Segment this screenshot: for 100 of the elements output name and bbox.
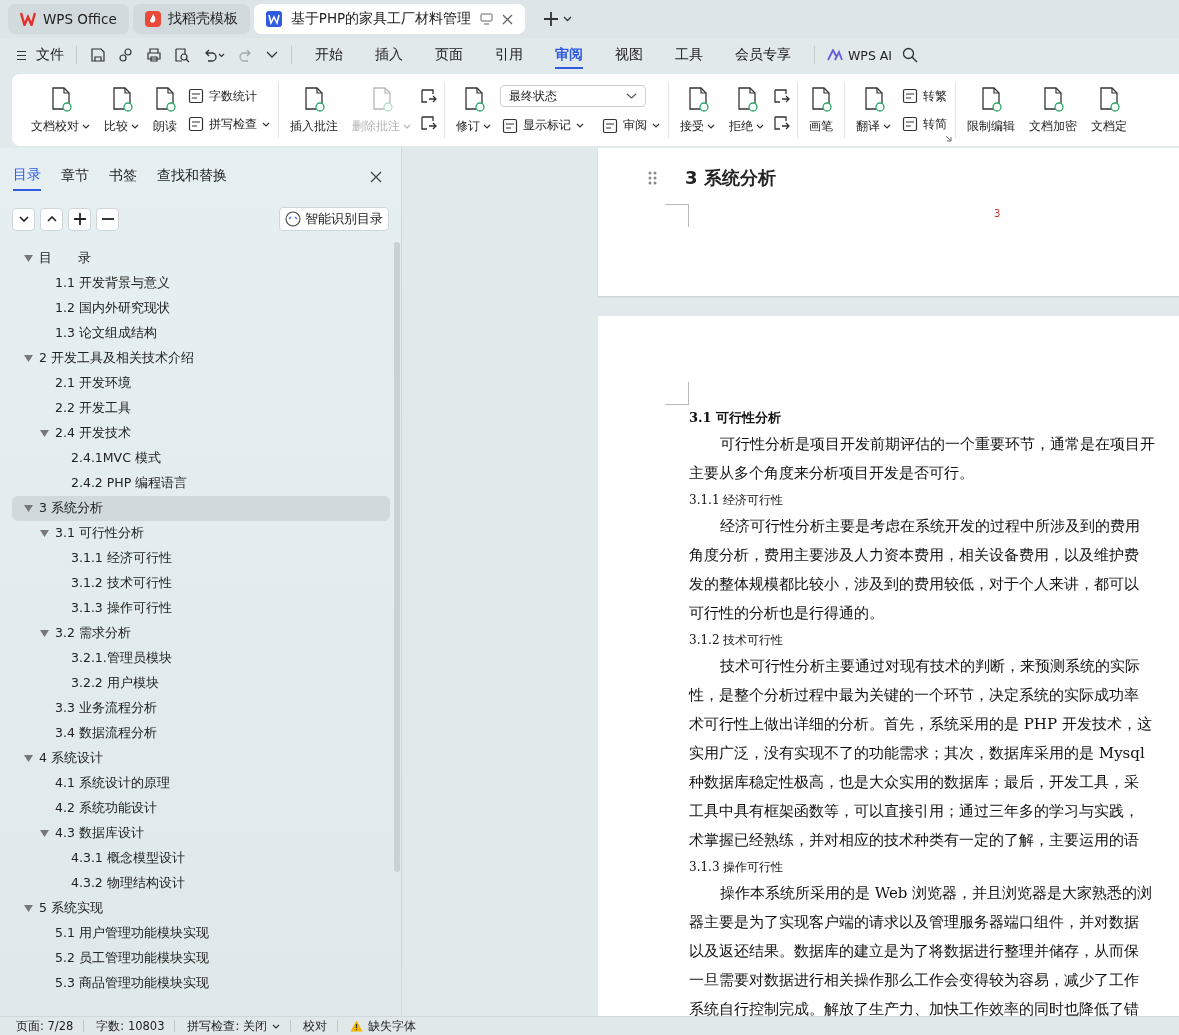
ribbon-button[interactable]: 文档定: [1086, 81, 1132, 139]
ai-button[interactable]: WPS AI: [827, 47, 893, 63]
outline-item[interactable]: 3.1.3 操作可行性: [0, 596, 390, 621]
outline-label[interactable]: 2.1 开发环境: [55, 375, 131, 392]
outline-label[interactable]: 1.1 开发背景与意义: [55, 275, 170, 292]
outline-item[interactable]: 5.2 员工管理功能模块实现: [0, 946, 390, 971]
ribbon-button[interactable]: 接受: [675, 81, 720, 139]
outline-item[interactable]: 1.1 开发背景与意义: [0, 271, 390, 296]
outline-item[interactable]: 5.3 商品管理功能模块实现: [0, 971, 390, 996]
outline-item[interactable]: 2.2 开发工具: [0, 396, 390, 421]
caret-icon[interactable]: [563, 16, 573, 22]
ribbon-button[interactable]: 翻译: [851, 81, 896, 139]
outline-label[interactable]: 3.2.2 用户模块: [71, 675, 159, 692]
expand-arrow-icon[interactable]: [40, 530, 49, 537]
close-icon[interactable]: [502, 13, 514, 25]
remove-button[interactable]: [96, 207, 119, 231]
monitor-icon[interactable]: [480, 13, 494, 25]
comment-nav-icon[interactable]: [773, 114, 791, 133]
outline-item[interactable]: 3.3 业务流程分析: [0, 696, 390, 721]
outline-item[interactable]: 4.3 数据库设计: [0, 821, 390, 846]
comment-nav-icon[interactable]: [420, 114, 438, 133]
outline-item[interactable]: 2.1 开发环境: [0, 371, 390, 396]
outline-label[interactable]: 3.1 可行性分析: [55, 525, 144, 542]
outline-label[interactable]: 3.3 业务流程分析: [55, 700, 157, 717]
expand-arrow-icon[interactable]: [24, 505, 33, 512]
expand-arrow-icon[interactable]: [40, 830, 49, 837]
outline-item[interactable]: 3.4 数据流程分析: [0, 721, 390, 746]
outline-item[interactable]: 4.3.1 概念模型设计: [0, 846, 390, 871]
outline-label[interactable]: 3.1.2 技术可行性: [71, 575, 172, 592]
outline-label[interactable]: 2.4.2 PHP 编程语言: [71, 475, 188, 492]
outline-item[interactable]: 2.4 开发技术: [0, 421, 390, 446]
outline-item[interactable]: 5.1 用户管理功能模块实现: [0, 921, 390, 946]
outline-item[interactable]: 4.2 系统功能设计: [0, 796, 390, 821]
window-tab[interactable]: 找稻壳模板: [132, 4, 250, 34]
preview-icon[interactable]: [174, 47, 190, 63]
ribbon-tab[interactable]: 视图: [604, 40, 654, 70]
ribbon-tab[interactable]: 插入: [364, 40, 414, 70]
outline-item[interactable]: 目 录: [0, 246, 390, 271]
outline-label[interactable]: 4.2 系统功能设计: [55, 800, 157, 817]
add-tab-icon[interactable]: [543, 11, 560, 27]
add-button[interactable]: [68, 207, 91, 231]
ribbon-tab[interactable]: 页面: [424, 40, 474, 70]
outline-item[interactable]: 3.2.2 用户模块: [0, 671, 390, 696]
search-icon[interactable]: [902, 47, 919, 63]
ribbon-button[interactable]: 文档加密: [1024, 81, 1082, 139]
outline-item[interactable]: 1.2 国内外研究现状: [0, 296, 390, 321]
dialog-launcher-icon[interactable]: [945, 135, 952, 142]
outline-item[interactable]: 4 系统设计: [0, 746, 390, 771]
ribbon-button[interactable]: 修订: [451, 81, 496, 139]
ribbon-button[interactable]: 显示标记: [500, 116, 586, 135]
outline-label[interactable]: 5 系统实现: [39, 900, 103, 917]
save-icon[interactable]: [90, 47, 106, 63]
outline-label[interactable]: 4.3.1 概念模型设计: [71, 850, 185, 867]
outline-item[interactable]: 2.4.2 PHP 编程语言: [0, 471, 390, 496]
panel-tab[interactable]: 目录: [13, 163, 41, 191]
close-icon[interactable]: [370, 171, 382, 183]
outline-label[interactable]: 2.4.1MVC 模式: [71, 450, 161, 467]
ribbon-button[interactable]: 转简: [900, 114, 949, 134]
expand-arrow-icon[interactable]: [24, 255, 33, 262]
caret-icon[interactable]: [266, 51, 278, 59]
outline-item[interactable]: 1.3 论文组成结构: [0, 321, 390, 346]
outline-label[interactable]: 2 开发工具及相关技术介绍: [39, 350, 194, 367]
missing-font-status[interactable]: 缺失字体: [350, 1018, 426, 1034]
file-menu[interactable]: 文件: [16, 46, 64, 64]
outline-item[interactable]: 4.3.2 物理结构设计: [0, 871, 390, 896]
outline-label[interactable]: 3.2 需求分析: [55, 625, 131, 642]
outline-label[interactable]: 目 录: [39, 250, 91, 267]
outline-item[interactable]: 3.1.2 技术可行性: [0, 571, 390, 596]
outline-item[interactable]: 5 系统实现: [0, 896, 390, 921]
outline-item[interactable]: 3.2.1.管理员模块: [0, 646, 390, 671]
ribbon-button[interactable]: 拒绝: [724, 81, 769, 139]
ribbon-tab[interactable]: 开始: [304, 40, 354, 70]
ribbon-button[interactable]: 字数统计: [186, 86, 272, 106]
outline-label[interactable]: 3 系统分析: [39, 500, 103, 517]
outline-label[interactable]: 3.4 数据流程分析: [55, 725, 157, 742]
outline-item[interactable]: 3.2 需求分析: [0, 621, 390, 646]
window-tab[interactable]: 基于PHP的家具工厂材料管理: [253, 4, 526, 34]
ribbon-button[interactable]: 插入批注: [285, 81, 343, 139]
outline-label[interactable]: 3.2.1.管理员模块: [71, 650, 172, 667]
drag-handle-icon[interactable]: [648, 171, 657, 185]
expand-button[interactable]: [40, 207, 63, 231]
outline-label[interactable]: 4.3 数据库设计: [55, 825, 144, 842]
panel-tab[interactable]: 查找和替换: [157, 164, 227, 190]
outline-item[interactable]: 4.1 系统设计的原理: [0, 771, 390, 796]
ribbon-button[interactable]: 限制编辑: [962, 81, 1020, 139]
outline-label[interactable]: 4 系统设计: [39, 750, 103, 767]
outline-label[interactable]: 5.3 商品管理功能模块实现: [55, 975, 209, 992]
outline-label[interactable]: 5.2 员工管理功能模块实现: [55, 950, 209, 967]
smart-toc-button[interactable]: 智能识别目录: [279, 207, 389, 231]
ribbon-tab[interactable]: 审阅: [544, 40, 594, 70]
outline-label[interactable]: 4.3.2 物理结构设计: [71, 875, 185, 892]
expand-arrow-icon[interactable]: [24, 755, 33, 762]
comment-nav-icon[interactable]: [773, 87, 791, 106]
panel-tab[interactable]: 章节: [61, 164, 89, 190]
comment-nav-icon[interactable]: [420, 87, 438, 106]
printer-icon[interactable]: [146, 47, 162, 63]
outline-label[interactable]: 5.1 用户管理功能模块实现: [55, 925, 209, 942]
markup-select[interactable]: 最终状态: [500, 85, 646, 107]
outline-label[interactable]: 3.1.3 操作可行性: [71, 600, 172, 617]
outline-label[interactable]: 2.4 开发技术: [55, 425, 131, 442]
